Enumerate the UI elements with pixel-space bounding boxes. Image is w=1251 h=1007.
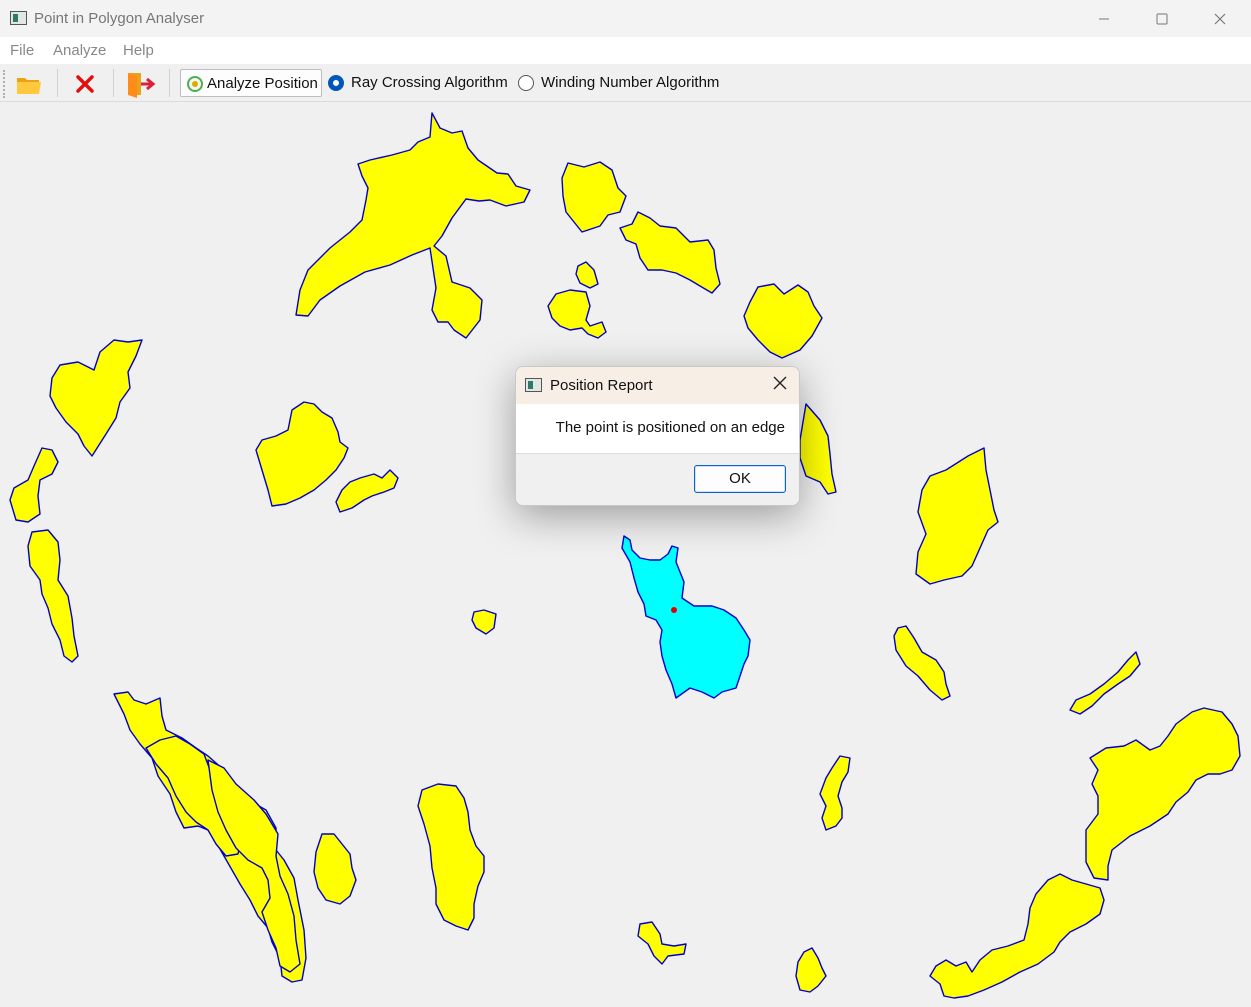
polygon: [471, 609, 497, 635]
polygon: [795, 947, 827, 993]
minimize-button[interactable]: [1075, 0, 1133, 37]
close-icon: [1214, 13, 1226, 24]
maximize-icon: [1156, 13, 1168, 24]
app-window: Point in Polygon Analyser File Analyze H…: [0, 0, 1251, 1007]
highlighted-polygon: [621, 535, 751, 699]
polygon: [575, 261, 599, 289]
red-x-icon: [76, 75, 94, 93]
analyze-position-label: Analyze Position: [207, 75, 318, 92]
dialog-title-bar[interactable]: Position Report: [516, 367, 799, 404]
polygon: [819, 755, 851, 831]
polygon: [27, 529, 79, 663]
close-window-button[interactable]: [1191, 0, 1249, 37]
dialog-close-button[interactable]: [773, 374, 787, 395]
title-bar: Point in Polygon Analyser: [0, 0, 1251, 37]
close-icon: [773, 376, 787, 390]
ray-crossing-radio[interactable]: [328, 75, 344, 91]
polygon: [49, 339, 143, 457]
toolbar-grip[interactable]: [3, 70, 5, 98]
clear-button[interactable]: [70, 70, 100, 98]
polygon: [313, 833, 357, 905]
polygon: [915, 447, 999, 585]
app-icon: [10, 11, 27, 25]
analyze-position-button[interactable]: Analyze Position: [180, 69, 322, 97]
polygon: [9, 447, 59, 523]
dialog-title: Position Report: [550, 377, 653, 394]
dialog-body: The point is positioned on an edge: [516, 404, 799, 453]
app-icon: [525, 378, 542, 392]
polygon: [637, 921, 687, 965]
polygon: [547, 289, 607, 339]
polygon: [335, 469, 399, 513]
polygon: [295, 112, 531, 339]
polygon: [743, 283, 823, 359]
open-file-button[interactable]: [14, 70, 44, 98]
polygon: [1069, 651, 1141, 715]
minimize-icon: [1099, 18, 1109, 19]
ok-button[interactable]: OK: [694, 465, 786, 493]
exit-button[interactable]: [124, 70, 156, 98]
polygon: [561, 161, 627, 233]
winding-number-label[interactable]: Winding Number Algorithm: [541, 74, 719, 91]
menu-help[interactable]: Help: [123, 42, 154, 59]
toolbar-separator: [57, 69, 58, 97]
dialog-footer: OK: [516, 453, 799, 505]
polygon: [417, 783, 485, 931]
map-canvas[interactable]: [0, 102, 1251, 1007]
analyzed-point: [671, 607, 677, 613]
window-title: Point in Polygon Analyser: [34, 10, 205, 27]
position-report-dialog: Position Report The point is positioned …: [515, 366, 800, 506]
maximize-button[interactable]: [1133, 0, 1191, 37]
toolbar-separator: [169, 69, 170, 97]
polygon: [619, 211, 721, 294]
menu-analyze[interactable]: Analyze: [53, 42, 106, 59]
menu-bar: File Analyze Help: [0, 37, 1251, 64]
polygon-map[interactable]: [0, 102, 1251, 1007]
polygon: [255, 401, 349, 507]
ray-crossing-label[interactable]: Ray Crossing Algorithm: [351, 74, 508, 91]
exit-door-icon: [128, 73, 156, 98]
location-pin-icon: [187, 76, 203, 92]
toolbar: Analyze Position Ray Crossing Algorithm …: [0, 64, 1251, 102]
dialog-message: The point is positioned on an edge: [555, 419, 785, 436]
polygon: [799, 403, 837, 495]
winding-number-radio[interactable]: [518, 75, 534, 91]
polygon: [929, 873, 1105, 999]
polygon: [893, 625, 951, 701]
toolbar-separator: [113, 69, 114, 97]
folder-icon: [17, 78, 41, 94]
menu-file[interactable]: File: [10, 42, 34, 59]
polygon: [1085, 707, 1241, 881]
